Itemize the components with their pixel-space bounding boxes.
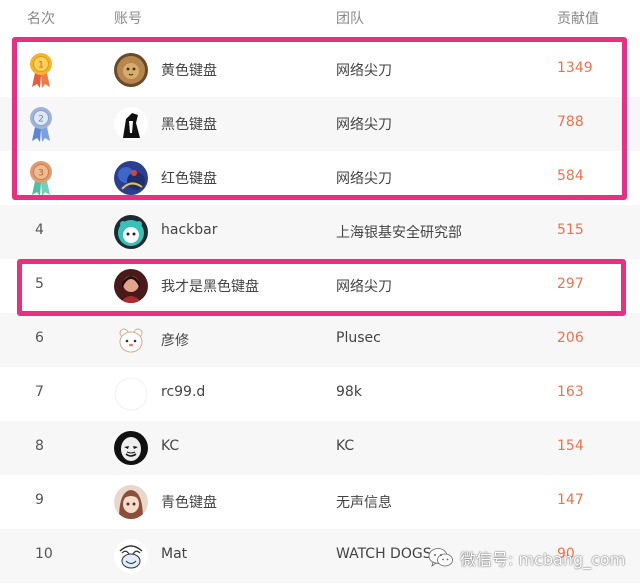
account-name[interactable]: KC <box>161 438 179 454</box>
team-name: 98k <box>336 384 362 400</box>
leaderboard-row: 8 KC KC 154 <box>0 421 640 475</box>
watermark: 微信号: mcbang_com <box>428 545 625 571</box>
anonymous-mask-avatar-icon <box>114 431 148 465</box>
avatar <box>114 485 148 519</box>
score-value: 147 <box>557 492 584 508</box>
header-rank: 名次 <box>27 11 55 27</box>
score-value: 515 <box>557 222 584 238</box>
team-name: 网络尖刀 <box>336 279 392 295</box>
silver-medal-icon: 2 <box>30 107 52 142</box>
account-name[interactable]: 彦修 <box>161 330 189 350</box>
team-name: KC <box>336 438 355 454</box>
leaderboard-row: 2 黑色键盘 网络尖刀 788 <box>0 97 640 151</box>
bronze-medal-icon: 3 <box>30 161 52 196</box>
black-figure-avatar-icon <box>114 107 148 141</box>
leaderboard-row: 3 红色键盘 网络尖刀 584 <box>0 151 640 205</box>
leaderboard-row: 6 彦修 Plusec 206 <box>0 313 640 367</box>
team-name: WATCH DOGS <box>336 546 432 562</box>
red-portrait-avatar-icon <box>114 269 148 303</box>
account-name[interactable]: hackbar <box>161 222 217 238</box>
avatar <box>114 161 148 195</box>
leaderboard-row: 4 hackbar 上海银基安全研究部 515 <box>0 205 640 259</box>
score-value: 584 <box>557 168 584 184</box>
watermark-text: 微信号: mcbang_com <box>460 550 626 569</box>
medal-label: 2 <box>38 115 44 125</box>
avatar <box>114 215 148 249</box>
rank-number: 5 <box>35 276 44 292</box>
team-name: 网络尖刀 <box>336 171 392 187</box>
teal-cartoon-avatar-icon <box>114 215 148 249</box>
account-name[interactable]: 青色键盘 <box>161 492 217 512</box>
account-name[interactable]: 红色键盘 <box>161 168 217 188</box>
leaderboard-row: 7 rc99.d 98k 163 <box>0 367 640 421</box>
team-name: 上海银基安全研究部 <box>336 225 462 241</box>
score-value: 1349 <box>557 60 593 76</box>
leaderboard-header: 名次 账号 团队 贡献值 <box>0 0 640 34</box>
account-name[interactable]: Mat <box>161 546 187 562</box>
score-value: 163 <box>557 384 584 400</box>
medal-label: 1 <box>38 61 44 71</box>
lion-avatar-icon <box>114 53 148 87</box>
score-value: 154 <box>557 438 584 454</box>
account-name[interactable]: 我才是黑色键盘 <box>161 276 259 296</box>
team-name: 网络尖刀 <box>336 63 392 79</box>
score-value: 206 <box>557 330 584 346</box>
rank-number: 7 <box>35 384 44 400</box>
header-account: 账号 <box>114 11 142 27</box>
white-bear-avatar-icon <box>114 323 148 357</box>
medal-label: 3 <box>38 169 44 179</box>
avatar <box>114 377 148 411</box>
avatar <box>114 107 148 141</box>
team-name: 网络尖刀 <box>336 117 392 133</box>
blue-anime-avatar-icon <box>114 161 148 195</box>
team-name: Plusec <box>336 330 381 346</box>
account-name[interactable]: 黄色键盘 <box>161 60 217 80</box>
sketch-avatar-icon <box>114 539 148 573</box>
leaderboard-row: 1 黄色键盘 网络尖刀 1349 <box>0 43 640 97</box>
avatar <box>114 431 148 465</box>
avatar <box>114 53 148 87</box>
rank-number: 4 <box>35 222 44 238</box>
leaderboard-row: 5 我才是黑色键盘 网络尖刀 297 <box>0 259 640 313</box>
rank-number: 9 <box>35 492 44 508</box>
account-name[interactable]: rc99.d <box>161 384 205 400</box>
avatar <box>114 323 148 357</box>
gold-medal-icon: 1 <box>30 53 52 88</box>
score-value: 788 <box>557 114 584 130</box>
team-name: 无声信息 <box>336 495 392 511</box>
score-value: 297 <box>557 276 584 292</box>
wechat-icon <box>428 548 453 567</box>
blank-avatar-icon <box>114 377 148 411</box>
header-score: 贡献值 <box>557 11 599 27</box>
avatar <box>114 539 148 573</box>
anime-girl-avatar-icon <box>114 485 148 519</box>
rank-number: 8 <box>35 438 44 454</box>
avatar <box>114 269 148 303</box>
header-team: 团队 <box>336 11 364 27</box>
leaderboard-row: 9 青色键盘 无声信息 147 <box>0 475 640 529</box>
rank-number: 6 <box>35 330 44 346</box>
account-name[interactable]: 黑色键盘 <box>161 114 217 134</box>
rank-number: 10 <box>35 546 53 562</box>
